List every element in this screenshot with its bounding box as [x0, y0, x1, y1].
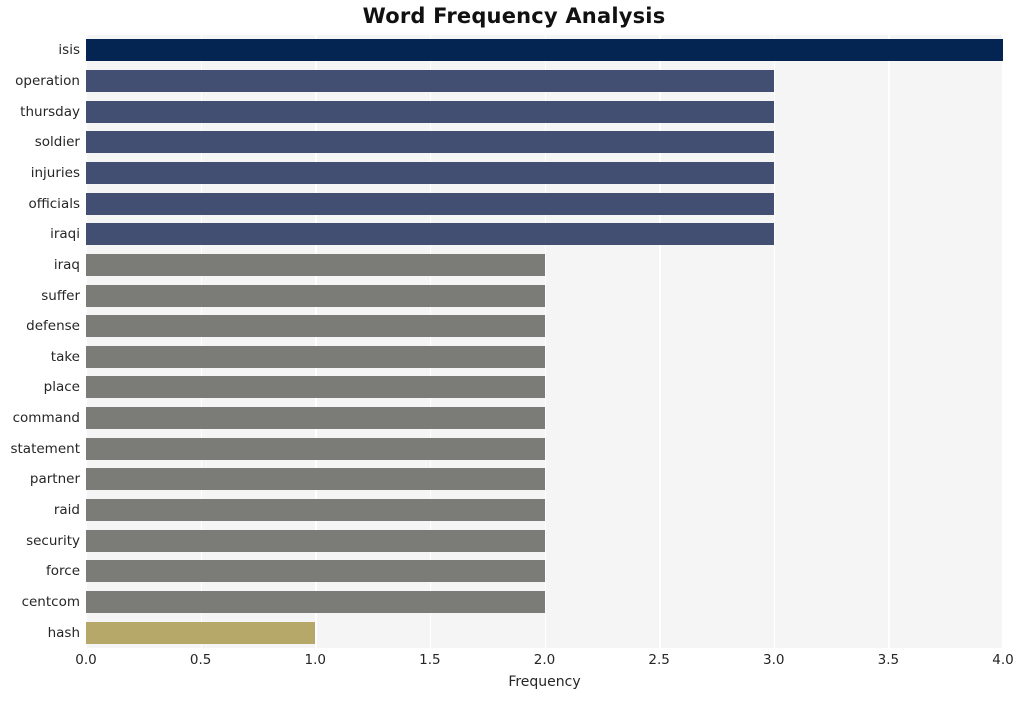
y-tick-label-isis: isis [58, 42, 80, 59]
bar-iraqi [86, 223, 774, 246]
bar-security [86, 529, 545, 552]
y-tick-label-thursday: thursday [20, 103, 80, 120]
x-tick-label-3.5: 3.5 [877, 652, 900, 668]
bar-suffer [86, 284, 545, 307]
y-tick-label-partner: partner [29, 471, 80, 488]
y-axis-tick-labels: isis operation thursday soldier injuries offi… [0, 35, 80, 648]
y-tick-label-command: command [12, 410, 80, 427]
bar-isis [86, 39, 1003, 62]
x-axis-label: Frequency [508, 674, 581, 690]
bar-hash [86, 621, 316, 644]
y-tick-label-injuries: injuries [30, 164, 80, 181]
x-axis-tick-labels: 0.0 0.5 1.0 1.5 2.0 2.5 3.0 3.5 4.0 [75, 652, 1013, 672]
y-tick-label-defense: defense [26, 318, 80, 335]
bar-force [86, 560, 545, 583]
y-tick-label-iraq: iraq [53, 256, 80, 273]
y-tick-label-raid: raid [53, 502, 80, 519]
y-tick-label-place: place [43, 379, 80, 396]
y-tick-label-operation: operation [15, 72, 80, 89]
y-tick-label-security: security [26, 532, 80, 549]
chart-figure: Word Frequency Analysis isis operation thu… [0, 0, 1028, 701]
bar-injuries [86, 161, 774, 184]
bar-iraq [86, 253, 545, 276]
gridline [429, 35, 432, 648]
plot-area [86, 35, 1003, 648]
bar-defense [86, 315, 545, 338]
y-tick-label-force: force [46, 563, 80, 580]
bar-statement [86, 437, 545, 460]
y-tick-label-soldier: soldier [34, 134, 80, 151]
gridline [773, 35, 776, 648]
bar-raid [86, 499, 545, 522]
x-tick-label-1.0: 1.0 [304, 652, 326, 668]
bar-soldier [86, 131, 774, 154]
bar-command [86, 407, 545, 430]
bar-officials [86, 192, 774, 215]
gridline [315, 35, 317, 648]
x-tick-label-3.0: 3.0 [763, 652, 785, 668]
gridline [888, 35, 890, 648]
gridline [200, 35, 203, 648]
bar-centcom [86, 591, 545, 614]
gridline [659, 35, 661, 648]
x-tick-label-0.0: 0.0 [75, 652, 97, 668]
chart-title: Word Frequency Analysis [362, 4, 666, 28]
bar-operation [86, 69, 774, 92]
x-tick-label-2.5: 2.5 [648, 652, 670, 668]
y-tick-label-iraqi: iraqi [50, 226, 80, 243]
y-tick-label-take: take [50, 348, 80, 365]
x-tick-label-1.5: 1.5 [419, 652, 441, 668]
y-tick-label-centcom: centcom [21, 594, 80, 611]
x-tick-label-2.0: 2.0 [533, 652, 556, 668]
gridline [1001, 35, 1003, 648]
y-tick-label-officials: officials [28, 195, 80, 212]
bar-take [86, 345, 545, 368]
bar-place [86, 376, 545, 399]
y-tick-label-suffer: suffer [41, 287, 80, 304]
x-tick-label-0.5: 0.5 [189, 652, 212, 668]
bar-partner [86, 468, 545, 491]
gridline [86, 35, 88, 648]
y-tick-label-hash: hash [47, 624, 80, 641]
x-tick-label-4.0: 4.0 [992, 652, 1014, 668]
gridline [544, 35, 546, 648]
bar-thursday [86, 100, 774, 123]
y-tick-label-statement: statement [10, 440, 80, 457]
